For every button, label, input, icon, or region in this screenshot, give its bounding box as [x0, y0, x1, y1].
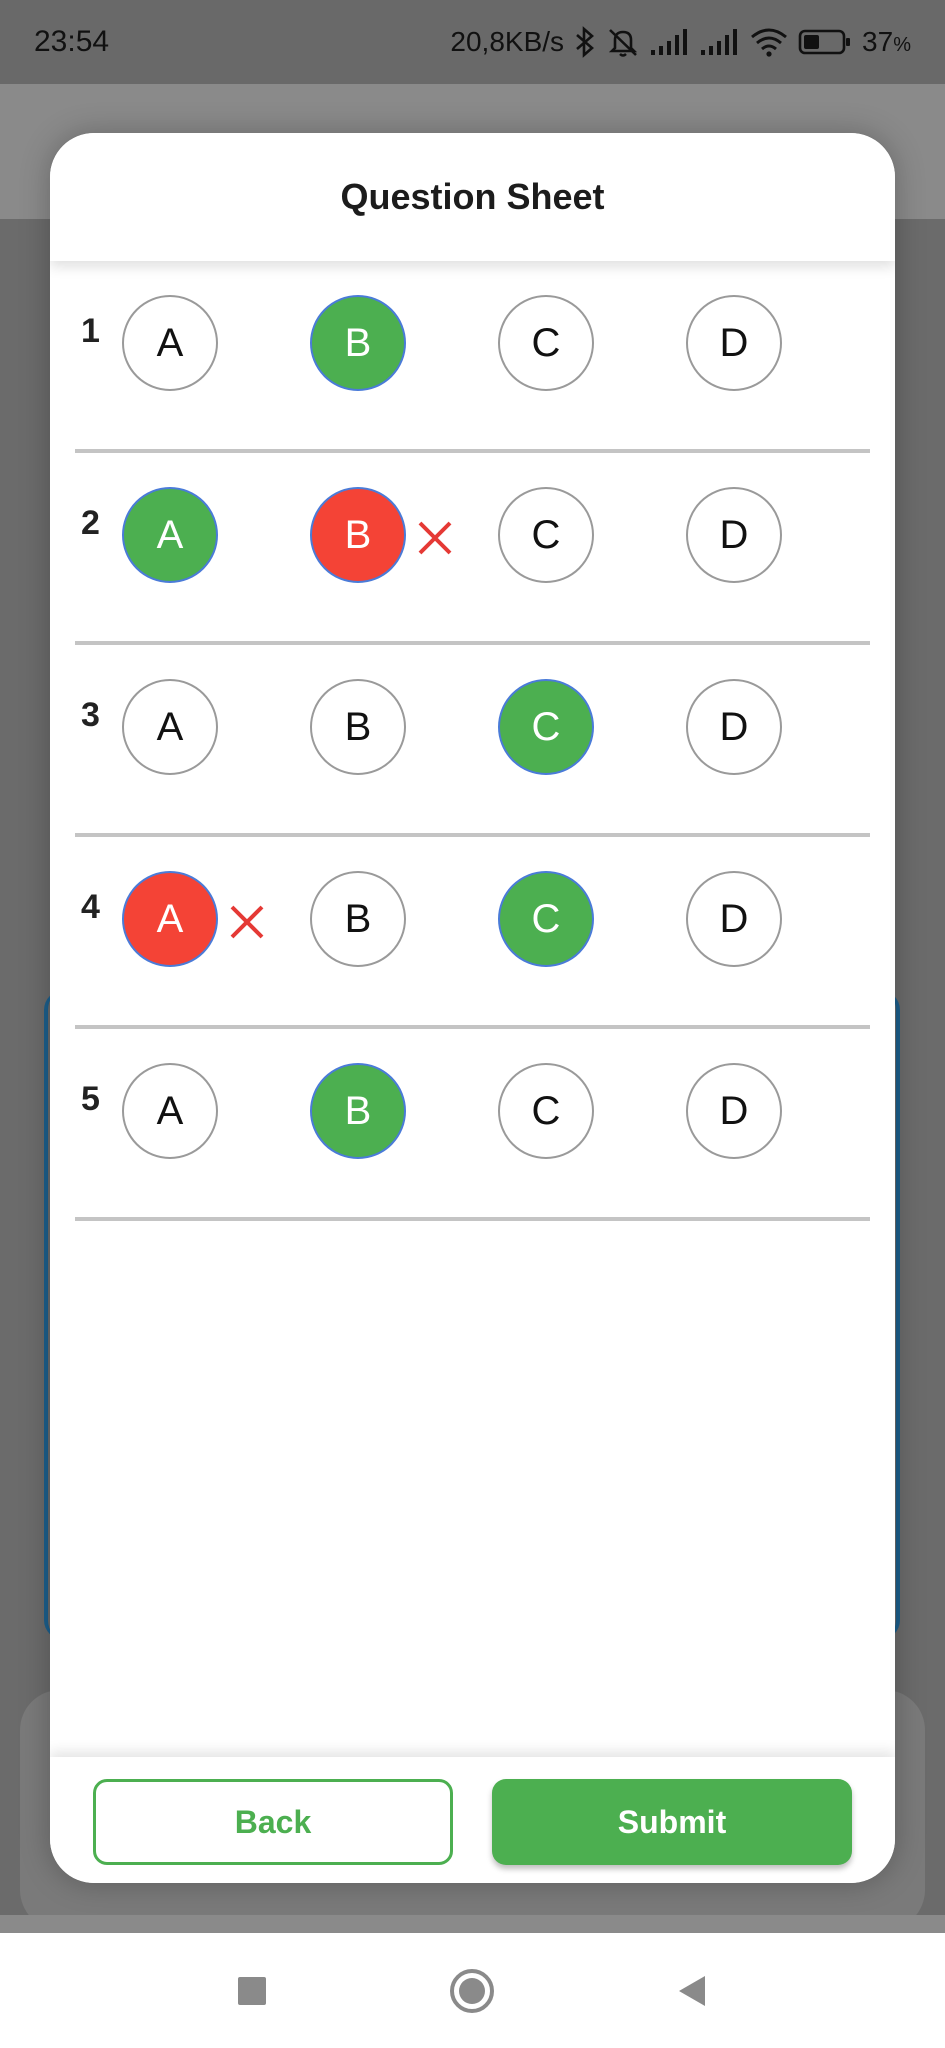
- question-number: 5: [81, 1080, 100, 1118]
- submit-button[interactable]: Submit: [492, 1779, 852, 1865]
- option-d[interactable]: D: [686, 871, 782, 967]
- wrong-answer-icon: [418, 521, 452, 555]
- option-a[interactable]: A: [122, 679, 218, 775]
- option-c[interactable]: C: [498, 871, 594, 967]
- option-c[interactable]: C: [498, 487, 594, 583]
- question-number: 3: [81, 696, 100, 734]
- question-row: 4ABCD: [50, 837, 895, 1029]
- question-row: 3ABCD: [50, 645, 895, 837]
- option-a[interactable]: A: [122, 295, 218, 391]
- question-row: 5ABCD: [50, 1029, 895, 1221]
- row-divider: [75, 1217, 870, 1221]
- network-speed: 20,8KB/s: [450, 26, 565, 57]
- question-list: 1ABCD2ABCD3ABCD4ABCD5ABCD: [50, 261, 895, 1221]
- question-number: 4: [81, 888, 100, 926]
- option-b[interactable]: B: [310, 871, 406, 967]
- option-c[interactable]: C: [498, 295, 594, 391]
- status-bar: 23:54 20,8KB/s 37%: [0, 0, 945, 84]
- status-icons: 20,8KB/s 37%: [450, 26, 911, 58]
- question-row: 2ABCD: [50, 453, 895, 645]
- option-b[interactable]: B: [310, 1063, 406, 1159]
- mute-icon: [606, 26, 640, 58]
- option-b[interactable]: B: [310, 487, 406, 583]
- option-d[interactable]: D: [686, 295, 782, 391]
- question-row: 1ABCD: [50, 261, 895, 453]
- home-icon[interactable]: [442, 1961, 502, 2021]
- back-icon[interactable]: [662, 1961, 722, 2021]
- option-b[interactable]: B: [310, 679, 406, 775]
- question-number: 2: [81, 504, 100, 542]
- status-time: 23:54: [34, 25, 110, 58]
- battery-percent: 37%: [862, 26, 911, 57]
- option-c[interactable]: C: [498, 1063, 594, 1159]
- wrong-answer-icon: [230, 905, 264, 939]
- option-a[interactable]: A: [122, 871, 218, 967]
- signal-icon: [700, 28, 740, 56]
- option-d[interactable]: D: [686, 487, 782, 583]
- option-d[interactable]: D: [686, 1063, 782, 1159]
- battery-icon: [798, 28, 852, 56]
- question-sheet-dialog: Question Sheet 1ABCD2ABCD3ABCD4ABCD5ABCD…: [50, 133, 895, 1883]
- background-bottom-strip: [0, 1915, 945, 1933]
- option-b[interactable]: B: [310, 295, 406, 391]
- option-a[interactable]: A: [122, 487, 218, 583]
- bluetooth-icon: [574, 26, 596, 58]
- back-button[interactable]: Back: [93, 1779, 453, 1865]
- wifi-icon: [750, 27, 788, 57]
- recent-apps-icon[interactable]: [222, 1961, 282, 2021]
- question-number: 1: [81, 312, 100, 350]
- option-d[interactable]: D: [686, 679, 782, 775]
- option-c[interactable]: C: [498, 679, 594, 775]
- dialog-footer: Back Submit: [50, 1757, 895, 1883]
- dialog-title: Question Sheet: [340, 176, 605, 217]
- dialog-header: Question Sheet: [50, 133, 895, 261]
- navigation-bar: [0, 1933, 945, 2048]
- option-a[interactable]: A: [122, 1063, 218, 1159]
- signal-icon: [650, 28, 690, 56]
